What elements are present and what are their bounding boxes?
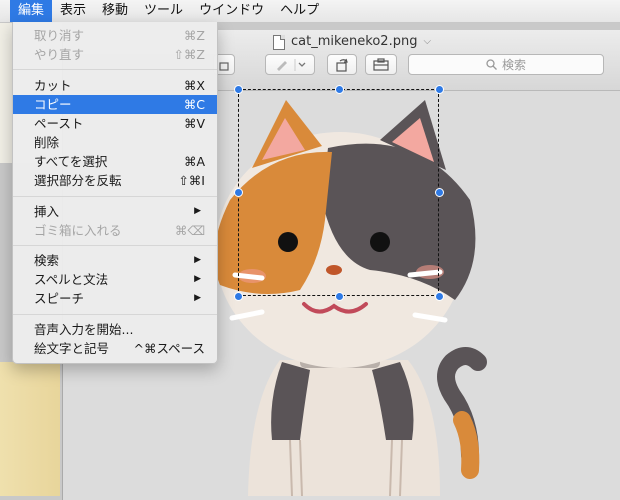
menu-separator [13, 196, 217, 197]
menu-item-label: 選択部分を反転 [34, 173, 122, 188]
menu-item-label: やり直す [34, 47, 85, 62]
menu-item-emoji-symbols[interactable]: 絵文字と記号 ^⌘スペース [13, 339, 217, 358]
menu-item-label: すべてを選択 [34, 154, 108, 169]
menu-item-shortcut: ⌘X [183, 78, 205, 93]
menu-separator [13, 69, 217, 70]
selection-handle[interactable] [234, 188, 243, 197]
menu-view[interactable]: 表示 [52, 0, 94, 22]
menu-item-label: 検索 [34, 253, 60, 268]
selection-handle[interactable] [335, 85, 344, 94]
menu-edit[interactable]: 編集 [10, 0, 53, 22]
menu-item-invert-selection[interactable]: 選択部分を反転 ⇧⌘I [13, 171, 217, 190]
menu-item-shortcut: ⇧⌘Z [173, 47, 205, 62]
selection-handle[interactable] [234, 85, 243, 94]
menu-item-label: 挿入 [34, 204, 60, 219]
menu-item-delete[interactable]: 削除 [13, 133, 217, 152]
menu-item-label: カット [34, 78, 72, 93]
menu-item-paste[interactable]: ペースト ⌘V [13, 114, 217, 133]
edit-menu: 取り消す ⌘Z やり直す ⇧⌘Z カット ⌘X コピー ⌘C ペースト ⌘V 削… [12, 22, 218, 364]
submenu-arrow-icon: ▶ [194, 255, 201, 265]
menu-item-spelling-grammar[interactable]: スペルと文法 ▶ [13, 270, 217, 289]
menu-bar: 編集 表示 移動 ツール ウインドウ ヘルプ [0, 0, 620, 23]
menu-item-copy[interactable]: コピー ⌘C [13, 95, 217, 114]
selection-handle[interactable] [435, 292, 444, 301]
menu-separator [13, 245, 217, 246]
menu-item-undo[interactable]: 取り消す ⌘Z [13, 26, 217, 45]
selection-handle[interactable] [435, 188, 444, 197]
menu-item-shortcut: ^⌘スペース [133, 341, 205, 356]
submenu-arrow-icon: ▶ [194, 206, 201, 216]
menu-item-start-dictation[interactable]: 音声入力を開始... [13, 320, 217, 339]
menu-go[interactable]: 移動 [94, 0, 136, 22]
submenu-arrow-icon: ▶ [194, 274, 201, 284]
menu-item-shortcut: ⇧⌘I [178, 173, 205, 188]
menu-item-label: コピー [34, 97, 72, 112]
apple-menu-fragment[interactable] [0, 0, 10, 22]
menu-item-label: 取り消す [34, 28, 85, 43]
menu-item-shortcut: ⌘C [183, 97, 205, 112]
menu-item-label: 削除 [34, 135, 60, 150]
menu-item-insert[interactable]: 挿入 ▶ [13, 202, 217, 221]
menu-item-label: 音声入力を開始... [34, 322, 134, 337]
menu-item-label: ペースト [34, 116, 84, 131]
menu-item-shortcut: ⌘V [183, 116, 205, 131]
menu-tools[interactable]: ツール [136, 0, 191, 22]
menu-item-label: ゴミ箱に入れる [34, 223, 122, 238]
menu-item-shortcut: ⌘Z [183, 28, 205, 43]
selection-handle[interactable] [234, 292, 243, 301]
menu-help[interactable]: ヘルプ [272, 0, 327, 22]
menu-separator [13, 314, 217, 315]
menu-window[interactable]: ウインドウ [191, 0, 272, 22]
submenu-arrow-icon: ▶ [194, 293, 201, 303]
menu-item-shortcut: ⌘⌫ [174, 223, 205, 238]
menu-item-speech[interactable]: スピーチ ▶ [13, 289, 217, 308]
menu-item-label: 絵文字と記号 [34, 341, 110, 356]
menu-item-shortcut: ⌘A [183, 154, 205, 169]
menu-item-label: スピーチ [34, 291, 85, 306]
menu-item-redo[interactable]: やり直す ⇧⌘Z [13, 45, 217, 64]
menu-item-cut[interactable]: カット ⌘X [13, 76, 217, 95]
selection-handle[interactable] [435, 85, 444, 94]
menu-item-select-all[interactable]: すべてを選択 ⌘A [13, 152, 217, 171]
menu-item-label: スペルと文法 [34, 272, 109, 287]
menu-item-move-to-trash[interactable]: ゴミ箱に入れる ⌘⌫ [13, 221, 217, 240]
selection-rectangle[interactable] [238, 89, 439, 296]
selection-handle[interactable] [335, 292, 344, 301]
menu-item-find[interactable]: 検索 ▶ [13, 251, 217, 270]
